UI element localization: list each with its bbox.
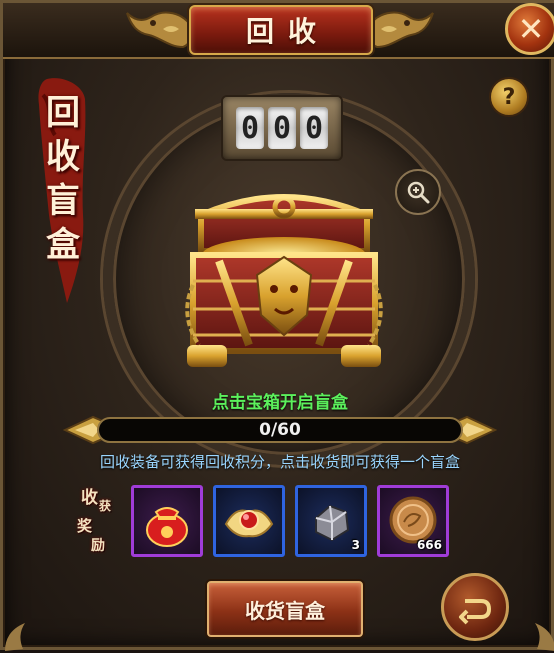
rewards-label: 收 获 奖 励	[69, 483, 115, 563]
treasure-chest-icon[interactable]	[179, 185, 389, 375]
reward-slot-ore[interactable]: 3	[295, 485, 367, 557]
corner-ornament-icon	[535, 623, 554, 651]
reward-slot-coin[interactable]: 666	[377, 485, 449, 557]
dragon-ornament-left-icon	[126, 11, 195, 49]
banner-char: 收	[46, 137, 80, 177]
rewards-label-char: 收	[81, 488, 98, 508]
reward-count: 666	[416, 538, 442, 552]
banner-char: 盒	[46, 225, 80, 265]
banner-char: 回	[46, 93, 80, 133]
progress-track: 0/60	[97, 417, 463, 443]
counter-digit: 0	[300, 107, 328, 149]
rewards-label-char: 励	[91, 538, 105, 554]
question-icon: ?	[502, 84, 516, 110]
recycle-counter: 0 0 0	[221, 95, 343, 161]
reward-count: 3	[351, 538, 360, 552]
zoom-button[interactable]	[395, 169, 441, 215]
progress-text: 0/60	[259, 420, 301, 440]
red-gem-icon	[224, 509, 274, 538]
recycle-blind-box-window: 回收 ✕ ? 回 收 盲 盒 0 0 0 点击宝箱开启盲盒 0/60 回收装备可…	[0, 0, 554, 651]
counter-digit: 0	[268, 107, 296, 149]
help-button[interactable]: ?	[489, 77, 529, 117]
dragon-ornament-right-icon	[365, 11, 434, 49]
reward-slot-gem[interactable]	[213, 485, 285, 557]
corner-ornament-icon	[5, 623, 25, 651]
recycle-description: 回收装备可获得回收积分，点击收货即可获得一个盲盒	[99, 453, 460, 471]
window-title: 回收	[245, 15, 330, 48]
banner-char: 盲	[46, 181, 80, 221]
close-button[interactable]: ✕	[505, 3, 554, 55]
return-button[interactable]	[441, 573, 509, 641]
reward-slot-lucky-bag[interactable]	[131, 485, 203, 557]
recycle-progress: 0/60	[63, 413, 497, 449]
red-lucky-bag-icon	[146, 507, 188, 547]
rewards-label-char: 奖	[77, 517, 93, 535]
rewards-label-char: 获	[99, 499, 112, 513]
collect-blind-box-button[interactable]: 收货盲盒	[207, 581, 363, 637]
counter-digit: 0	[236, 107, 264, 149]
open-chest-hint: 点击宝箱开启盲盒	[212, 393, 348, 413]
close-icon: ✕	[517, 10, 545, 48]
magnifier-plus-icon	[407, 181, 430, 204]
title-plate: 回收	[189, 5, 373, 55]
banner-title: 回 收 盲 盒	[43, 91, 83, 267]
return-arrow-icon	[459, 599, 492, 625]
